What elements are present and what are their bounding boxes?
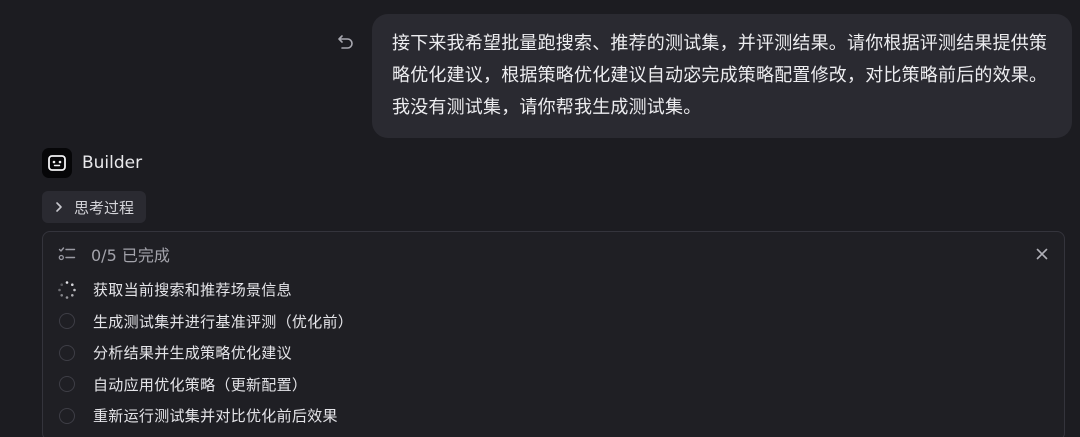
task-item: 自动应用优化策略（更新配置） [57, 369, 353, 401]
task-item: 生成测试集并进行基准评测（优化前） [57, 306, 353, 338]
task-progress-text: 0/5 已完成 [91, 246, 170, 265]
close-icon [1036, 248, 1048, 260]
task-label: 分析结果并生成策略优化建议 [93, 344, 292, 363]
bot-avatar [42, 148, 72, 178]
empty-circle-icon [59, 344, 75, 361]
task-label: 生成测试集并进行基准评测（优化前） [93, 312, 354, 331]
undo-icon [338, 35, 353, 49]
user-message-bubble: 接下来我希望批量跑搜索、推荐的测试集，并评测结果。请你根据评测结果提供策略优化建… [372, 14, 1072, 138]
empty-circle-icon [59, 407, 75, 424]
bot-face-icon [48, 155, 66, 171]
task-item: 分析结果并生成策略优化建议 [57, 337, 353, 369]
user-message-text: 接下来我希望批量跑搜索、推荐的测试集，并评测结果。请你根据评测结果提供策略优化建… [392, 33, 1048, 118]
task-item: 重新运行测试集并对比优化前后效果 [57, 400, 353, 432]
task-status [57, 280, 77, 300]
close-panel-button[interactable] [1030, 242, 1054, 266]
checklist-icon [58, 247, 76, 261]
empty-circle-icon [59, 313, 75, 330]
empty-circle-icon [59, 376, 75, 393]
chevron-right-icon [56, 202, 62, 212]
task-progress-panel: 0/5 已完成 获取当前搜索和推荐场景信息 生成测试集并进行基准评测（优化前） … [42, 231, 1065, 437]
chat-page: 接下来我希望批量跑搜索、推荐的测试集，并评测结果。请你根据评测结果提供策略优化建… [0, 0, 1080, 437]
task-item: 获取当前搜索和推荐场景信息 [57, 274, 353, 306]
task-status [57, 343, 77, 363]
assistant-name: Builder [82, 153, 143, 173]
task-status [57, 406, 77, 426]
thinking-process-label: 思考过程 [74, 198, 135, 217]
spinner-icon [58, 280, 76, 299]
undo-button[interactable] [334, 30, 358, 54]
task-label: 自动应用优化策略（更新配置） [93, 375, 308, 394]
task-status [57, 311, 77, 331]
task-panel-header: 0/5 已完成 [57, 242, 170, 266]
thinking-process-toggle[interactable]: 思考过程 [42, 191, 147, 223]
task-status [57, 374, 77, 394]
task-label: 重新运行测试集并对比优化前后效果 [93, 407, 338, 426]
task-label: 获取当前搜索和推荐场景信息 [93, 281, 292, 300]
assistant-header: Builder [42, 147, 142, 179]
task-list: 获取当前搜索和推荐场景信息 生成测试集并进行基准评测（优化前） 分析结果并生成策… [57, 274, 353, 432]
